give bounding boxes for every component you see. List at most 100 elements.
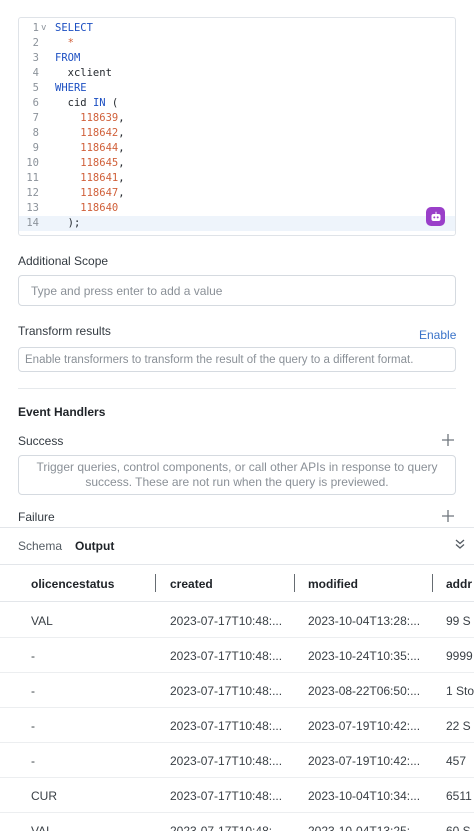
collapse-panel-button[interactable] [454,537,468,551]
table-cell-addr: 6511 [446,789,472,803]
sql-token: cid [55,97,93,109]
sql-code-editor[interactable]: 1 v SELECT 2 * 3 FROM 4 xclient 5 WHERE 6 cid IN … [18,17,456,236]
table-cell-addr: 60 S [446,824,471,831]
sql-literal: 118647 [55,187,119,199]
sql-literal: 118645 [55,157,119,169]
enable-transform-link[interactable]: Enable [419,328,456,342]
line-number: 2 [32,37,39,49]
column-header-created[interactable]: created [170,577,213,591]
table-cell-addr: 22 S [446,719,471,733]
column-resize-handle[interactable] [155,574,156,592]
code-text: cid IN ( [55,96,119,111]
code-line[interactable]: 4 xclient [19,66,455,81]
table-row[interactable]: - 2023-07-17T10:48:... 2023-10-24T10:35:..… [0,638,474,673]
table-cell-created: 2023-07-17T10:48:... [170,614,283,628]
code-line[interactable]: 7 118639, [19,111,455,126]
success-handler-hint: Trigger queries, control components, or … [18,455,456,495]
chevrons-down-icon [455,539,465,549]
table-row[interactable]: - 2023-07-17T10:48:... 2023-07-19T10:42:..… [0,743,474,778]
table-row[interactable]: CUR 2023-07-17T10:48:... 2023-10-04T10:34:… [0,778,474,813]
table-cell-created: 2023-07-17T10:48:... [170,789,283,803]
add-failure-handler-button[interactable] [440,509,456,525]
tab-output[interactable]: Output [75,539,114,553]
table-row[interactable]: - 2023-07-17T10:48:... 2023-07-19T10:42:..… [0,708,474,743]
code-text: WHERE [55,81,87,96]
code-line[interactable]: 12 118647, [19,186,455,201]
table-cell-addr: 9999 [446,649,473,663]
code-text: 118647, [55,186,124,201]
code-line[interactable]: 10 118645, [19,156,455,171]
line-number: 8 [32,127,39,139]
code-line[interactable]: 11 118641, [19,171,455,186]
sql-literal: 118639 [55,112,119,124]
table-cell-olicencestatus: VAL [31,614,53,628]
sql-literal: * [55,37,74,49]
line-number: 11 [26,172,39,184]
sql-token: xclient [55,67,112,79]
code-text: xclient [55,66,112,81]
robot-icon [431,211,440,221]
sql-token: ( [105,97,119,109]
sql-token: , [118,172,125,184]
table-cell-modified: 2023-10-24T10:35:... [308,649,421,663]
fold-chevron-icon[interactable]: v [41,21,46,36]
code-line[interactable]: 9 118644, [19,141,455,156]
column-header-addr[interactable]: addr [446,577,472,591]
table-row[interactable]: VAL 2023-07-17T10:48:... 2023-10-04T13:28:… [0,603,474,638]
sql-token: , [118,127,125,139]
table-cell-created: 2023-07-17T10:48:... [170,649,283,663]
column-resize-handle[interactable] [294,574,295,592]
line-number: 14 [26,217,39,229]
code-line[interactable]: 5 WHERE [19,81,455,96]
sql-keyword: FROM [55,52,81,64]
line-number: 6 [32,97,39,109]
sql-token: ); [55,217,81,229]
column-header-olicencestatus[interactable]: olicencestatus [31,577,114,591]
code-line[interactable]: 8 118642, [19,126,455,141]
line-number: 9 [32,142,39,154]
table-cell-olicencestatus: - [31,719,35,733]
table-cell-olicencestatus: - [31,649,35,663]
transform-input[interactable]: Enable transformers to transform the res… [18,347,456,372]
table-cell-addr: 1 Sto [446,684,474,698]
sql-keyword: SELECT [55,22,93,34]
table-cell-created: 2023-07-17T10:48:... [170,719,283,733]
sql-literal: 118640 [55,202,119,214]
code-text: * [55,36,74,51]
table-cell-addr: 457 [446,754,467,768]
line-number: 3 [32,52,39,64]
column-header-modified[interactable]: modified [308,577,358,591]
code-line[interactable]: 14 ); [19,216,455,231]
code-text: 118640 [55,201,118,216]
line-number: 5 [32,82,39,94]
sql-token: , [118,157,125,169]
tab-schema[interactable]: Schema [18,539,62,553]
line-number: 10 [26,157,39,169]
sql-keyword: WHERE [55,82,87,94]
add-success-handler-button[interactable] [440,433,456,449]
table-cell-modified: 2023-08-22T06:50:... [308,684,421,698]
additional-scope-input[interactable]: Type and press enter to add a value [18,275,456,306]
table-cell-created: 2023-07-17T10:48:... [170,754,283,768]
table-row[interactable]: - 2023-07-17T10:48:... 2023-08-22T06:50:..… [0,673,474,708]
code-text: 118644, [55,141,125,156]
code-line[interactable]: 13 118640 [19,201,455,216]
code-line[interactable]: 2 * [19,36,455,51]
code-line[interactable]: 6 cid IN ( [19,96,455,111]
code-line[interactable]: 1 v SELECT [19,21,455,36]
sql-literal: 118644 [55,142,119,154]
table-cell-olicencestatus: CUR [31,789,57,803]
sql-token: , [118,142,125,154]
ai-assistant-button[interactable] [426,207,445,226]
additional-scope-label: Additional Scope [18,254,109,268]
table-row[interactable]: VAL 2023-07-17T10:48:... 2023-10-04T13:25:… [0,813,474,831]
plus-icon [442,434,454,446]
code-line[interactable]: 3 FROM [19,51,455,66]
line-number: 7 [32,112,39,124]
event-handlers-title: Event Handlers [18,405,106,419]
table-cell-created: 2023-07-17T10:48:... [170,684,283,698]
table-cell-modified: 2023-07-19T10:42:... [308,719,421,733]
table-cell-olicencestatus: VAL [31,824,53,831]
column-resize-handle[interactable] [432,574,433,592]
sql-literal: 118642 [55,127,119,139]
